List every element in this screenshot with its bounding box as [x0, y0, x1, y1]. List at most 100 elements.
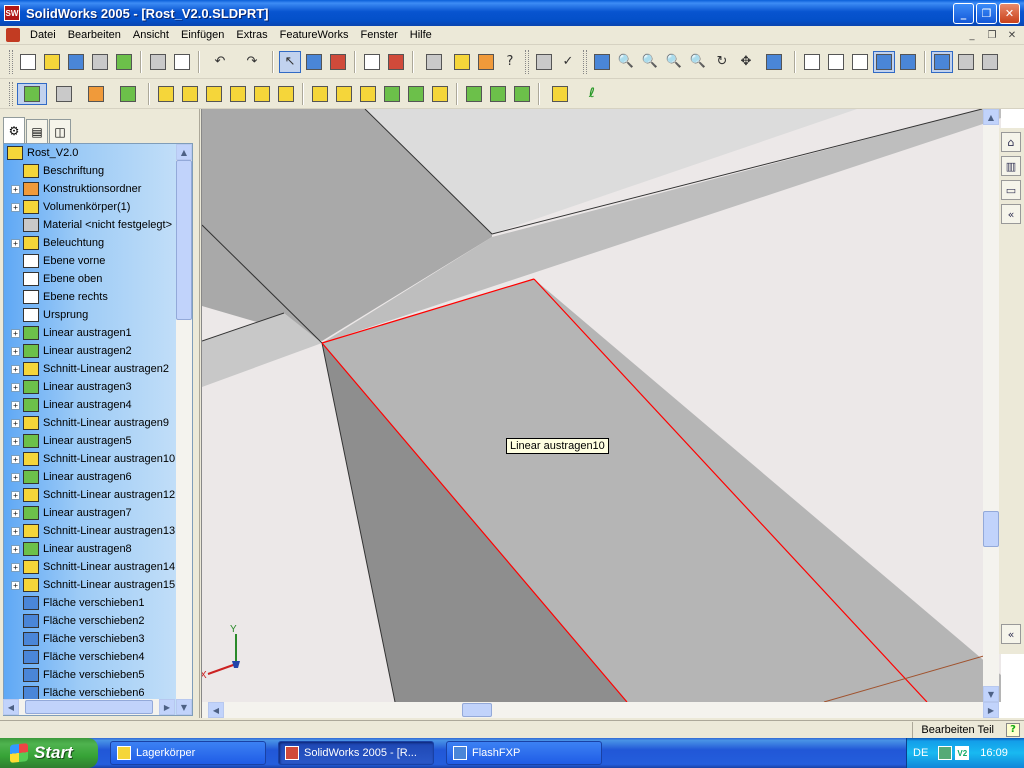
check-button[interactable]: ✓: [557, 51, 579, 73]
expand-toggle[interactable]: +: [11, 202, 20, 212]
perspective-button[interactable]: [931, 50, 953, 73]
grid-button[interactable]: [361, 51, 383, 73]
task-lagerkoerper[interactable]: Lagerkörper: [110, 741, 266, 765]
scroll-up-button[interactable]: ▲: [983, 109, 999, 125]
view-orientation-dropdown[interactable]: [759, 51, 789, 73]
tree-item[interactable]: Fläche verschieben3: [4, 630, 178, 648]
toolbar-grip[interactable]: [9, 81, 13, 106]
toolbar-grip[interactable]: [583, 49, 587, 74]
toolbar-grip[interactable]: [9, 49, 13, 74]
reference-plane-dropdown[interactable]: [545, 83, 575, 105]
tree-item[interactable]: Fläche verschieben2: [4, 612, 178, 630]
menu-featureworks[interactable]: FeatureWorks: [274, 27, 355, 44]
expand-toggle[interactable]: +: [11, 472, 20, 482]
tree-item[interactable]: + Linear austragen2: [4, 342, 178, 360]
graphics-area[interactable]: Y X Linear austragen10 ▲ ▼ ◀ ▶: [201, 109, 1024, 718]
shaded-with-edges-button[interactable]: [873, 50, 895, 73]
minimize-button[interactable]: _: [953, 2, 974, 24]
extrude-dropdown[interactable]: [17, 82, 47, 105]
menu-hilfe[interactable]: Hilfe: [404, 27, 438, 44]
expand-toggle[interactable]: +: [11, 580, 20, 590]
tree-item[interactable]: + Schnitt-Linear austragen2: [4, 360, 178, 378]
scroll-left-button[interactable]: ◀: [208, 702, 224, 718]
solidworks-app-icon[interactable]: SW: [4, 5, 20, 21]
help-icon[interactable]: ?: [1006, 722, 1020, 737]
make-assembly-button[interactable]: [113, 51, 135, 73]
expand-toggle[interactable]: +: [11, 328, 20, 338]
surface-dropdown[interactable]: [113, 83, 143, 105]
task-pane-library-button[interactable]: ▥: [1001, 156, 1021, 176]
scroll-down-button[interactable]: ▼: [983, 686, 999, 702]
tree-vertical-scrollbar[interactable]: ▲ ▼: [176, 144, 192, 715]
shaded-button[interactable]: [897, 51, 919, 73]
sketch-button[interactable]: [303, 51, 325, 73]
tree-item[interactable]: Ebene rechts: [4, 288, 178, 306]
document-menu-icon[interactable]: [6, 28, 20, 42]
tree-item[interactable]: + Schnitt-Linear austragen9: [4, 414, 178, 432]
expand-toggle[interactable]: +: [11, 490, 20, 500]
tree-item[interactable]: + Beleuchtung: [4, 234, 178, 252]
scroll-right-button[interactable]: ▶: [983, 702, 999, 718]
dome-button[interactable]: [275, 83, 297, 105]
tray-v2-icon[interactable]: V2: [955, 746, 970, 760]
expand-toggle[interactable]: +: [11, 454, 20, 464]
toolbar-grip[interactable]: [525, 49, 529, 74]
scroll-thumb[interactable]: [983, 511, 999, 547]
tree-item[interactable]: + Linear austragen7: [4, 504, 178, 522]
menu-bearbeiten[interactable]: Bearbeiten: [62, 27, 127, 44]
tree-item[interactable]: + Linear austragen6: [4, 468, 178, 486]
mdi-restore-button[interactable]: ❐: [984, 28, 1000, 42]
menu-ansicht[interactable]: Ansicht: [127, 27, 175, 44]
featuremanager-tab[interactable]: ⚙: [3, 117, 25, 143]
tree-item[interactable]: + Linear austragen5: [4, 432, 178, 450]
hidden-lines-visible-button[interactable]: [825, 51, 847, 73]
select-button[interactable]: ↖: [279, 50, 301, 73]
options-dropdown[interactable]: [419, 51, 449, 73]
tree-item[interactable]: Material <nicht festgelegt>: [4, 216, 178, 234]
expand-toggle[interactable]: +: [11, 382, 20, 392]
viewport-vertical-scrollbar[interactable]: ▲ ▼: [983, 109, 999, 702]
tree-item[interactable]: + Konstruktionsordner: [4, 180, 178, 198]
sweep-button[interactable]: [227, 83, 249, 105]
tree-item[interactable]: + Schnitt-Linear austragen10: [4, 450, 178, 468]
task-pane-home-button[interactable]: ⌂: [1001, 132, 1021, 152]
language-indicator[interactable]: DE: [913, 747, 928, 759]
task-flashfxp[interactable]: FlashFXP: [446, 741, 602, 765]
expand-toggle[interactable]: +: [11, 544, 20, 554]
tree-root[interactable]: Rost_V2.0: [4, 144, 178, 162]
cut-extrude-button[interactable]: [179, 83, 201, 105]
featureworks-button[interactable]: [451, 51, 473, 73]
expand-toggle[interactable]: +: [11, 346, 20, 356]
restore-button[interactable]: ❐: [976, 2, 997, 24]
tree-item[interactable]: + Schnitt-Linear austragen13: [4, 522, 178, 540]
scroll-thumb[interactable]: [25, 700, 153, 714]
task-pane-expand-button[interactable]: «: [1001, 624, 1021, 644]
new-button[interactable]: [17, 51, 39, 73]
expand-toggle[interactable]: +: [11, 526, 20, 536]
save-button[interactable]: [65, 51, 87, 73]
expand-toggle[interactable]: +: [11, 364, 20, 374]
zoom-selection-button[interactable]: 🔍: [687, 51, 709, 73]
edit-color-button[interactable]: [385, 51, 407, 73]
tree-horizontal-scrollbar[interactable]: ◀ ▶: [3, 699, 175, 715]
menu-extras[interactable]: Extras: [230, 27, 273, 44]
viewport-horizontal-scrollbar[interactable]: ◀ ▶: [202, 702, 999, 718]
scroll-down-button[interactable]: ▼: [176, 699, 192, 715]
expand-toggle[interactable]: +: [11, 184, 20, 194]
zoom-area-button[interactable]: 🔍: [639, 51, 661, 73]
print-preview-button[interactable]: [171, 51, 193, 73]
curves-dropdown[interactable]: ℓ: [577, 83, 607, 105]
shell-button[interactable]: [381, 83, 403, 105]
realview-button[interactable]: [979, 51, 1001, 73]
propertymanager-tab[interactable]: ▤: [26, 119, 48, 143]
rotate-button[interactable]: ↻: [711, 51, 733, 73]
pan-button[interactable]: ✥: [735, 51, 757, 73]
open-button[interactable]: [41, 51, 63, 73]
tree-item[interactable]: Fläche verschieben1: [4, 594, 178, 612]
task-pane-explorer-button[interactable]: ▭: [1001, 180, 1021, 200]
tray-app-icon[interactable]: [938, 746, 953, 760]
expand-toggle[interactable]: +: [11, 238, 20, 248]
draft-button[interactable]: [405, 83, 427, 105]
redo-button[interactable]: ↷: [237, 51, 267, 73]
tree-item[interactable]: Ebene oben: [4, 270, 178, 288]
